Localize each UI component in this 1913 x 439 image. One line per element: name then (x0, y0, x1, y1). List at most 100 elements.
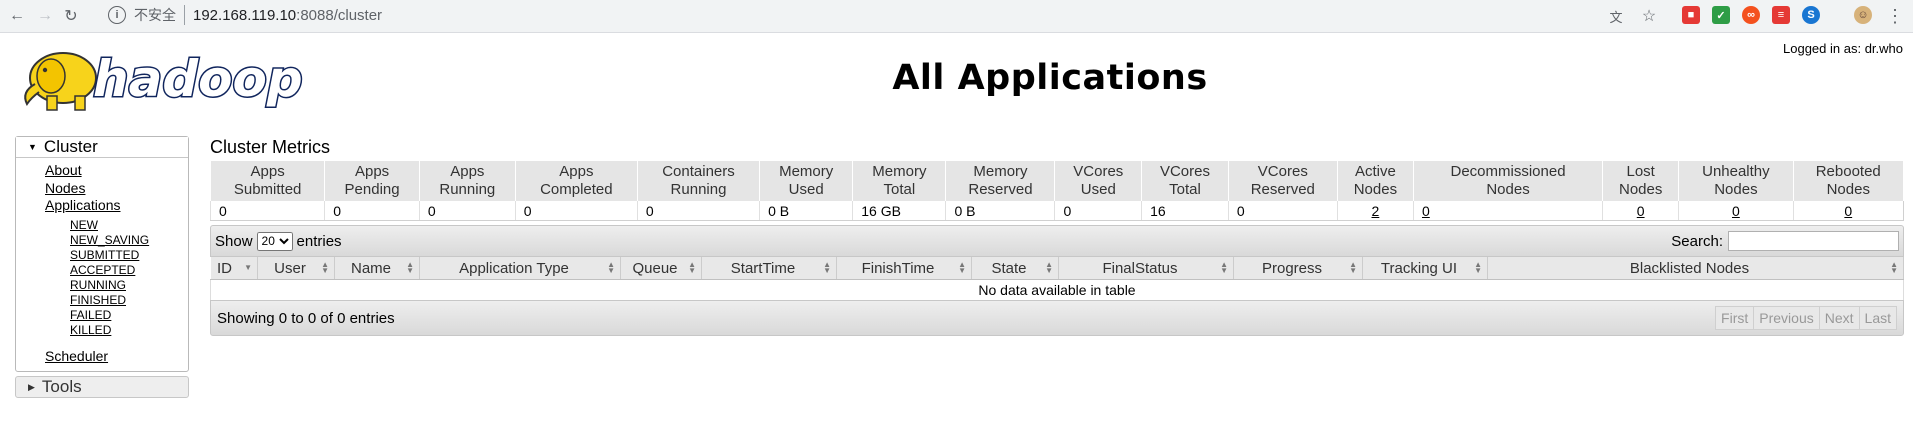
metrics-col-apps-submitted: Apps Submitted (209, 160, 326, 201)
unhealthy-nodes-link[interactable]: 0 (1679, 203, 1792, 219)
state-link-finished[interactable]: FINISHED (70, 293, 188, 308)
applications-table: ID ▼ User ▲ ▼ Name ▲ ▼ Application Type ▲ ▼ Que… (210, 257, 1904, 300)
col-user[interactable]: User ▲ ▼ (257, 257, 335, 280)
extension-shield-icon[interactable]: ✓ (1712, 6, 1730, 24)
state-link-failed[interactable]: FAILED (70, 308, 188, 323)
address-bar[interactable]: i 不安全 192.168.119.10:8088/cluster (108, 2, 1648, 28)
metrics-col-apps-running: Apps Running (418, 160, 516, 201)
metrics-col-vcores-total: VCores Total (1141, 160, 1229, 201)
sort-icon: ▲ ▼ (823, 260, 831, 275)
cluster-header[interactable]: ▼ Cluster (16, 137, 188, 158)
translate-icon[interactable]: 文 (1605, 5, 1627, 27)
sort-icon: ▲ ▼ (406, 260, 414, 275)
profile-avatar[interactable]: ☺ (1854, 6, 1872, 24)
extension-blue-icon[interactable]: S (1802, 6, 1820, 24)
table-info: Showing 0 to 0 of 0 entries (217, 309, 395, 327)
cluster-panel: ▼ Cluster About Nodes Applications NEW N… (15, 136, 189, 372)
col-progress[interactable]: Progress ▲ ▼ (1233, 257, 1363, 280)
metric-value: 0 B (945, 201, 1055, 221)
search-input[interactable] (1728, 231, 1899, 251)
bookmark-star-icon[interactable]: ☆ (1638, 5, 1660, 27)
metric-value: 0 B (759, 201, 853, 221)
col-finalstatus[interactable]: FinalStatus ▲ ▼ (1058, 257, 1234, 280)
sort-icon: ▲ ▼ (1045, 260, 1053, 275)
metrics-value-row: 0 0 0 0 0 0 B 16 GB 0 B 0 16 0 2 0 0 0 0 (209, 201, 1904, 221)
metric-value: 0 (324, 201, 420, 221)
metric-value: 0 (1227, 201, 1338, 221)
metrics-col-lost-nodes: Lost Nodes (1602, 160, 1680, 201)
forward-icon[interactable]: → (34, 5, 56, 27)
metric-active-nodes-cell: 2 (1336, 201, 1414, 221)
col-name[interactable]: Name ▲ ▼ (334, 257, 420, 280)
state-link-running[interactable]: RUNNING (70, 278, 188, 293)
state-link-killed[interactable]: KILLED (70, 323, 188, 338)
previous-page-button[interactable]: Previous (1753, 306, 1820, 330)
url-path: :8088/cluster (296, 6, 383, 24)
apps-table-toolbar: Show 20 entries Search: (210, 225, 1904, 257)
back-icon[interactable]: ← (6, 5, 28, 27)
col-application-type[interactable]: Application Type ▲ ▼ (419, 257, 621, 280)
tools-header[interactable]: ▶ Tools (15, 376, 189, 398)
decommissioned-nodes-link[interactable]: 0 (1422, 203, 1430, 219)
metric-value: 0 (636, 201, 760, 221)
sort-icon: ▲ ▼ (1890, 260, 1898, 275)
sidebar-item-about[interactable]: About (45, 162, 188, 180)
collapsed-triangle-icon: ▶ (28, 381, 35, 392)
sort-icon: ▲ ▼ (688, 260, 696, 275)
state-link-accepted[interactable]: ACCEPTED (70, 263, 188, 278)
cluster-label: Cluster (43, 137, 98, 156)
col-finishtime[interactable]: FinishTime ▲ ▼ (836, 257, 972, 280)
first-page-button[interactable]: First (1715, 306, 1755, 330)
insecure-label: 不安全 (134, 5, 185, 25)
metric-lost-cell: 0 (1602, 201, 1679, 221)
search-label: Search: (1671, 232, 1723, 250)
metrics-col-memory-total: Memory Total (852, 160, 947, 201)
metrics-col-active-nodes: Active Nodes (1336, 160, 1414, 201)
metrics-header-row: Apps Submitted Apps Pending Apps Running Ap… (209, 160, 1905, 201)
next-page-button[interactable]: Next (1818, 306, 1860, 330)
sort-icon: ▲ ▼ (321, 260, 329, 275)
state-link-submitted[interactable]: SUBMITTED (70, 248, 188, 263)
sidebar: ▼ Cluster About Nodes Applications NEW N… (15, 136, 189, 398)
state-link-new[interactable]: NEW (70, 218, 188, 233)
state-link-new-saving[interactable]: NEW_SAVING (70, 233, 188, 248)
metric-value: 0 (209, 201, 325, 221)
sort-icon: ▲ ▼ (1349, 260, 1357, 275)
entries-label: entries (296, 232, 342, 250)
col-starttime[interactable]: StartTime ▲ ▼ (701, 257, 837, 280)
sidebar-item-nodes[interactable]: Nodes (45, 180, 188, 198)
page-size-select[interactable]: 20 (256, 231, 293, 251)
reload-icon[interactable]: ↻ (60, 5, 82, 27)
metric-rebooted-cell: 0 (1792, 201, 1904, 221)
cluster-metrics-table: Apps Submitted Apps Pending Apps Running Ap… (209, 160, 1905, 221)
metrics-col-apps-completed: Apps Completed (514, 160, 638, 201)
extension-red-icon[interactable]: ■ (1682, 6, 1700, 24)
metrics-col-apps-pending: Apps Pending (324, 160, 420, 201)
metric-value: 16 (1141, 201, 1229, 221)
lost-nodes-link[interactable]: 0 (1603, 203, 1678, 219)
sort-icon: ▲ ▼ (607, 260, 615, 275)
col-state[interactable]: State ▲ ▼ (971, 257, 1059, 280)
browser-toolbar: ← → ↻ i 不安全 192.168.119.10:8088/cluster … (0, 0, 1913, 33)
metrics-col-memory-used: Memory Used (759, 160, 854, 201)
apps-table-footer: Showing 0 to 0 of 0 entries First Previo… (210, 300, 1904, 336)
metrics-col-vcores-reserved: VCores Reserved (1227, 160, 1338, 201)
metric-value: 16 GB (852, 201, 946, 221)
col-blacklisted-nodes[interactable]: Blacklisted Nodes ▲ ▼ (1487, 257, 1904, 280)
empty-message: No data available in table (210, 279, 1904, 300)
col-tracking-ui[interactable]: Tracking UI ▲ ▼ (1362, 257, 1488, 280)
rebooted-nodes-link[interactable]: 0 (1794, 203, 1903, 219)
col-queue[interactable]: Queue ▲ ▼ (620, 257, 702, 280)
active-nodes-link[interactable]: 2 (1338, 203, 1413, 219)
last-page-button[interactable]: Last (1858, 306, 1897, 330)
col-id[interactable]: ID ▼ (210, 257, 258, 280)
info-icon[interactable]: i (108, 6, 126, 24)
cluster-menu: About Nodes Applications NEW NEW_SAVING … (16, 158, 188, 371)
sidebar-item-scheduler[interactable]: Scheduler (45, 348, 188, 366)
menu-kebab-icon[interactable]: ⋮ (1884, 5, 1906, 27)
tools-label: Tools (41, 377, 82, 396)
metrics-col-rebooted-nodes: Rebooted Nodes (1792, 160, 1905, 201)
extension-orange-icon[interactable]: ∞ (1742, 6, 1760, 24)
extension-notes-icon[interactable]: ≡ (1772, 6, 1790, 24)
sidebar-item-applications[interactable]: Applications (45, 197, 188, 215)
